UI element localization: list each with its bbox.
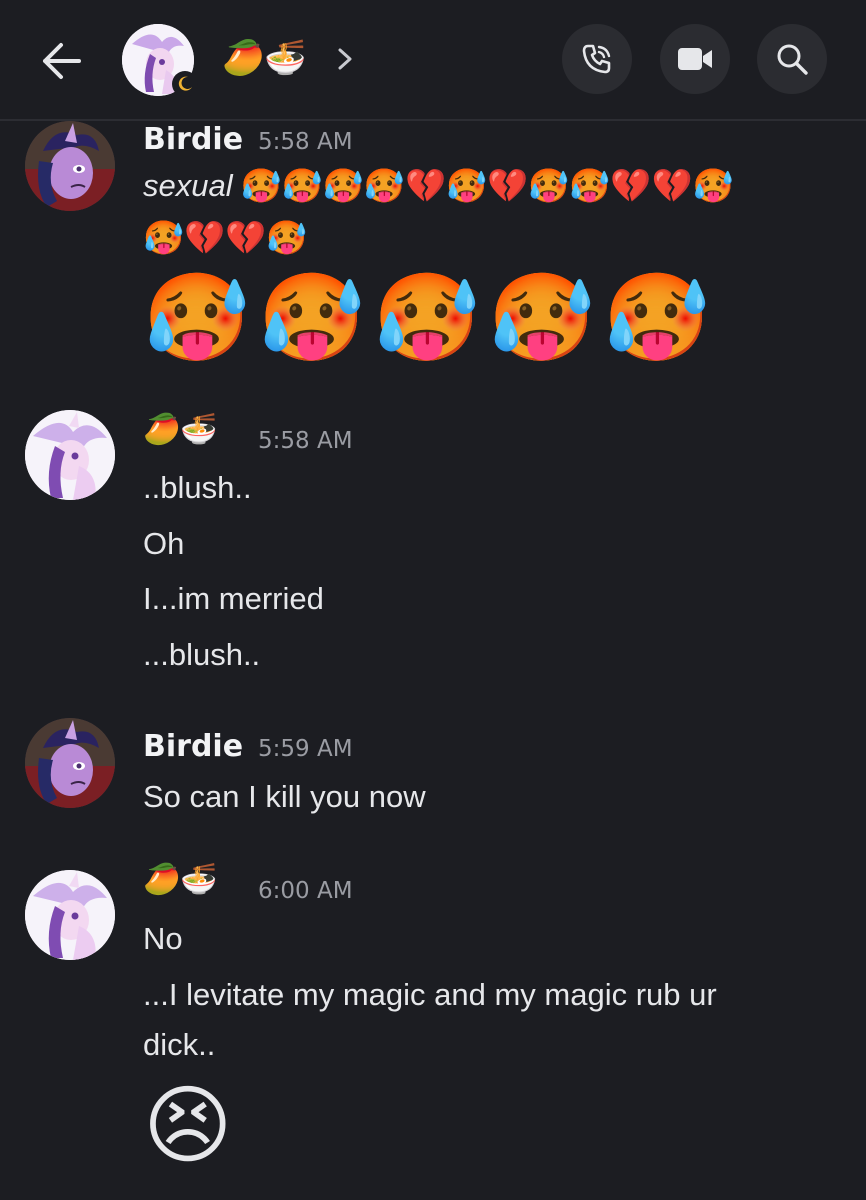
idle-moon-icon xyxy=(178,76,192,91)
hot-face-emoji: 🥵 xyxy=(488,268,596,368)
pony-avatar-image xyxy=(25,410,115,500)
emoji-sequence: 🥵💔💔🥵 xyxy=(143,218,308,257)
hot-face-emoji: 🥵 xyxy=(373,268,481,368)
message-author[interactable]: Birdie xyxy=(143,122,243,157)
channel-title[interactable]: 🥭🍜 xyxy=(222,30,307,86)
channel-title-text: 🥭🍜 xyxy=(222,38,307,78)
arrow-left-icon xyxy=(43,43,81,79)
twilight-avatar-image xyxy=(25,121,115,211)
message-content: 🥵💔💔🥵 xyxy=(143,218,307,258)
message-text: ...blush.. xyxy=(143,637,261,672)
message-text: Oh xyxy=(143,526,185,561)
chat-header: 🥭🍜 xyxy=(0,0,866,121)
back-button[interactable] xyxy=(36,36,86,86)
video-call-button[interactable] xyxy=(660,24,730,94)
message-author[interactable]: 🥭🍜 xyxy=(143,862,218,897)
pony-avatar-image xyxy=(25,870,115,960)
voice-call-button[interactable] xyxy=(562,24,632,94)
hot-face-emoji: 🥵 xyxy=(143,268,251,368)
message-timestamp: 5:58 AM xyxy=(258,129,353,155)
video-camera-icon xyxy=(678,48,712,70)
message-timestamp: 6:00 AM xyxy=(258,878,353,904)
message-author[interactable]: Birdie xyxy=(143,729,243,764)
twilight-avatar-image xyxy=(25,718,115,808)
search-button[interactable] xyxy=(757,24,827,94)
avatar[interactable] xyxy=(25,410,115,500)
message-text: sexual xyxy=(143,168,233,203)
message-text: I...im merried xyxy=(143,581,324,616)
message-content: sexual 🥵🥵🥵🥵💔🥵💔🥵🥵💔💔🥵 xyxy=(143,166,734,206)
chevron-right-icon[interactable] xyxy=(334,44,356,78)
jumbo-emoji-row: 🥵 🥵 🥵 🥵 🥵 xyxy=(143,268,710,368)
message-text: No xyxy=(143,921,183,956)
search-icon xyxy=(777,44,808,75)
persevering-face-emoji: 😣 xyxy=(143,1076,233,1176)
message-text: ..blush.. xyxy=(143,470,252,505)
message-author[interactable]: 🥭🍜 xyxy=(143,412,218,447)
status-indicator xyxy=(172,71,198,97)
message-text: So can I kill you now xyxy=(143,779,426,814)
jumbo-emoji-row: 😣 xyxy=(143,1076,233,1176)
message-timestamp: 5:58 AM xyxy=(258,428,353,454)
hot-face-emoji: 🥵 xyxy=(603,268,711,368)
phone-icon xyxy=(582,44,611,74)
message-timestamp: 5:59 AM xyxy=(258,736,353,762)
avatar[interactable] xyxy=(25,121,115,211)
hot-face-emoji: 🥵 xyxy=(258,268,366,368)
avatar[interactable] xyxy=(25,870,115,960)
avatar[interactable] xyxy=(25,718,115,808)
message-text: dick.. xyxy=(143,1027,216,1062)
message-text: ...I levitate my magic and my magic rub … xyxy=(143,977,717,1012)
emoji-sequence: 🥵🥵🥵🥵💔🥵💔🥵🥵💔💔🥵 xyxy=(240,166,734,205)
